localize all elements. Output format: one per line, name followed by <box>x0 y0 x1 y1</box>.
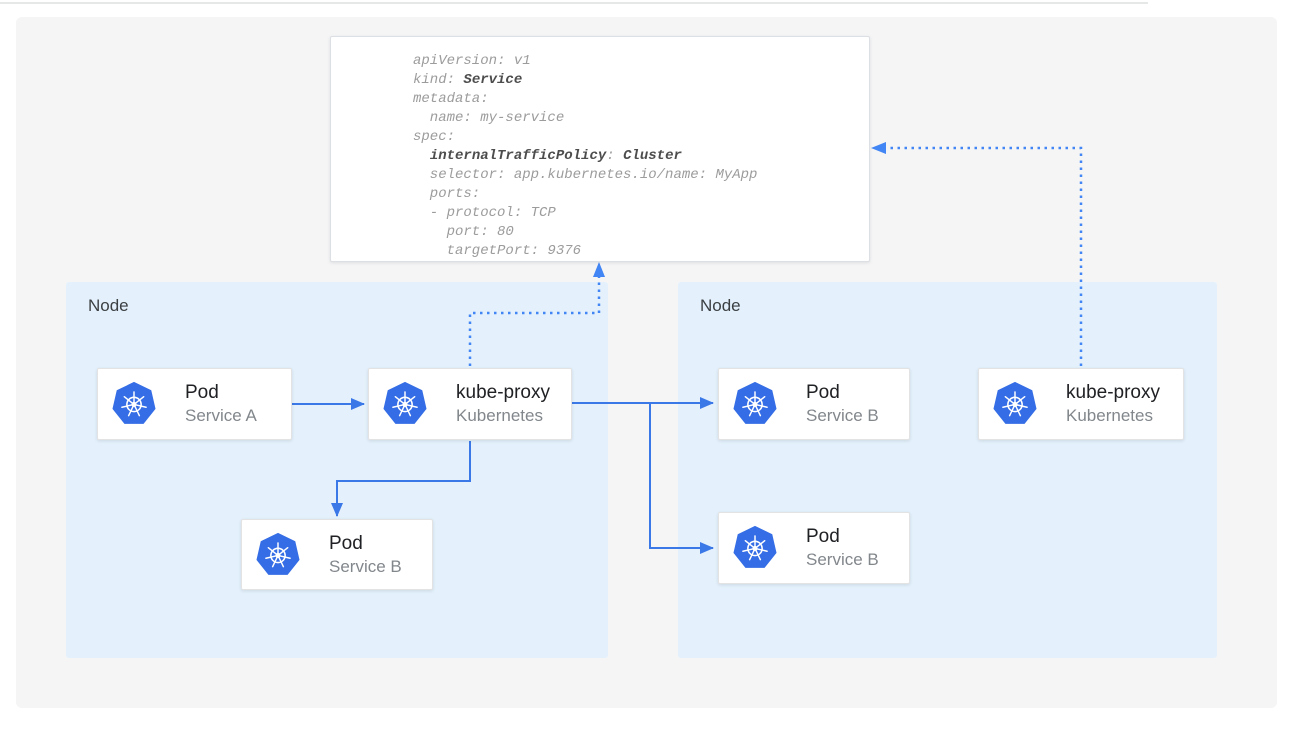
card-subtitle: Kubernetes <box>456 405 550 427</box>
card-subtitle: Kubernetes <box>1066 405 1160 427</box>
yaml-line: kind: Service <box>413 71 869 90</box>
card-title: Pod <box>329 532 402 556</box>
yaml-line: name: my-service <box>413 109 869 128</box>
top-divider-line <box>0 2 1148 4</box>
card-title: kube-proxy <box>1066 381 1160 405</box>
card-subtitle: Service B <box>806 549 879 571</box>
kubernetes-icon <box>382 381 428 427</box>
kubernetes-internal-traffic-policy-diagram: Node Node apiVersion: v1 kind: Service m… <box>0 0 1296 729</box>
card-subtitle: Service B <box>806 405 879 427</box>
card-title: kube-proxy <box>456 381 550 405</box>
card-text: Pod Service B <box>329 532 402 578</box>
yaml-line: apiVersion: v1 <box>413 52 869 71</box>
yaml-line: - protocol: TCP <box>413 204 869 223</box>
card-subtitle: Service A <box>185 405 257 427</box>
node-box-left: Node <box>66 282 608 658</box>
node-label: Node <box>88 296 129 316</box>
kubernetes-icon <box>255 532 301 578</box>
yaml-line: spec: <box>413 128 869 147</box>
yaml-line-internal-traffic-policy: internalTrafficPolicy: Cluster <box>413 147 869 166</box>
node-label: Node <box>700 296 741 316</box>
card-text: Pod Service A <box>185 381 257 427</box>
card-pod-service-b-left: Pod Service B <box>241 519 433 590</box>
yaml-line: selector: app.kubernetes.io/name: MyApp <box>413 166 869 185</box>
yaml-line: ports: <box>413 185 869 204</box>
card-text: kube-proxy Kubernetes <box>456 381 550 427</box>
card-pod-service-b-right-top: Pod Service B <box>718 368 910 440</box>
card-text: Pod Service B <box>806 381 879 427</box>
card-title: Pod <box>185 381 257 405</box>
service-yaml-card: apiVersion: v1 kind: Service metadata: n… <box>330 36 870 262</box>
card-pod-service-b-right-bottom: Pod Service B <box>718 512 910 584</box>
kubernetes-icon <box>732 381 778 427</box>
node-box-right: Node <box>678 282 1217 658</box>
card-subtitle: Service B <box>329 556 402 578</box>
yaml-line: targetPort: 9376 <box>413 242 869 261</box>
card-title: Pod <box>806 381 879 405</box>
card-text: Pod Service B <box>806 525 879 571</box>
card-title: Pod <box>806 525 879 549</box>
card-kube-proxy-left: kube-proxy Kubernetes <box>368 368 572 440</box>
yaml-line: port: 80 <box>413 223 869 242</box>
card-kube-proxy-right: kube-proxy Kubernetes <box>978 368 1184 440</box>
yaml-line: metadata: <box>413 90 869 109</box>
card-pod-service-a: Pod Service A <box>97 368 292 440</box>
kubernetes-icon <box>992 381 1038 427</box>
card-text: kube-proxy Kubernetes <box>1066 381 1160 427</box>
kubernetes-icon <box>111 381 157 427</box>
kubernetes-icon <box>732 525 778 571</box>
